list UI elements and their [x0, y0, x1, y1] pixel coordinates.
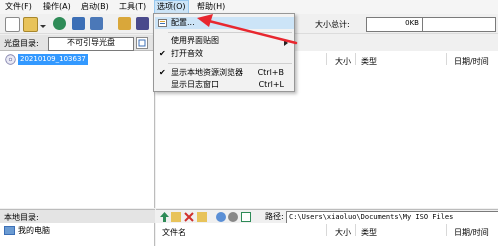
annotation-arrow [197, 14, 298, 45]
